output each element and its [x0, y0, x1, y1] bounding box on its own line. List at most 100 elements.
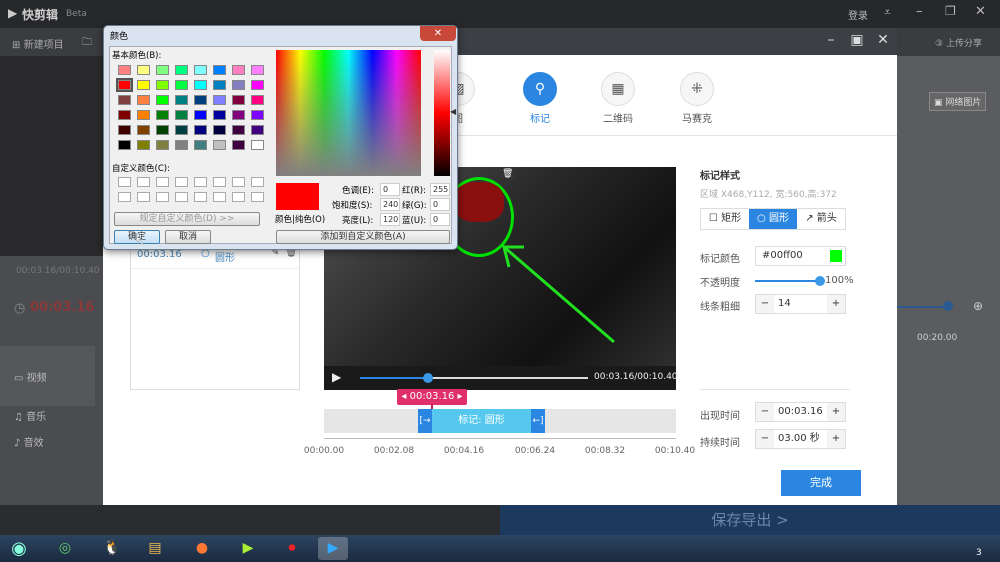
saturation-input[interactable]: 240: [380, 198, 400, 211]
color-swatch[interactable]: [118, 95, 131, 105]
color-swatch[interactable]: [116, 78, 133, 92]
color-swatch[interactable]: [251, 80, 264, 90]
marker-delete-icon[interactable]: 🗑: [500, 169, 516, 179]
track-video[interactable]: ▭ 视频: [14, 369, 47, 384]
add-to-custom-colors-button[interactable]: 添加到自定义颜色(A): [276, 230, 450, 244]
color-swatch[interactable]: [232, 95, 245, 105]
color-swatch[interactable]: [194, 65, 207, 75]
firefox-icon[interactable]: ●: [187, 537, 217, 560]
shape-rect-button[interactable]: ☐ 矩形: [701, 209, 749, 229]
custom-color-slot[interactable]: [175, 192, 188, 202]
color-swatch[interactable]: [213, 65, 226, 75]
color-swatch[interactable]: [251, 65, 264, 75]
color-swatch[interactable]: [118, 65, 131, 75]
custom-color-slot[interactable]: [137, 177, 150, 187]
luminance-pointer-icon[interactable]: ◀: [450, 107, 456, 116]
line-width-stepper[interactable]: −14 +: [755, 294, 846, 314]
color-swatch[interactable]: [175, 125, 188, 135]
custom-color-slot[interactable]: [156, 192, 169, 202]
custom-color-slot[interactable]: [175, 177, 188, 187]
color-swatch[interactable]: [232, 65, 245, 75]
color-swatch[interactable]: [213, 80, 226, 90]
color-swatch[interactable]: [137, 125, 150, 135]
segment-end-handle[interactable]: ←]: [531, 409, 545, 433]
color-swatch[interactable]: [251, 125, 264, 135]
color-swatch[interactable]: [118, 140, 131, 150]
color-swatch[interactable]: [156, 65, 169, 75]
color-swatch[interactable]: [156, 95, 169, 105]
marker-segment[interactable]: [→ 标记: 圆形 ←]: [418, 409, 545, 433]
color-swatch[interactable]: [213, 110, 226, 120]
color-swatch[interactable]: [137, 80, 150, 90]
color-swatch[interactable]: [156, 140, 169, 150]
red-input[interactable]: 255: [430, 183, 450, 196]
zoom-slider-handle[interactable]: [943, 301, 953, 311]
custom-color-slot[interactable]: [194, 192, 207, 202]
tab-qrcode[interactable]: ▦ 二维码: [588, 72, 648, 125]
record-icon[interactable]: ⏺: [277, 537, 307, 560]
player-progress-handle[interactable]: [423, 373, 434, 383]
folder-icon[interactable]: 🗀: [82, 35, 92, 52]
decrement-button[interactable]: −: [756, 295, 774, 313]
shape-arrow-button[interactable]: ↗ 箭头: [797, 209, 845, 229]
kuaijianji-taskbar-icon[interactable]: ▶: [318, 537, 348, 560]
color-swatch[interactable]: [118, 110, 131, 120]
color-swatch[interactable]: [175, 95, 188, 105]
opacity-slider[interactable]: [755, 280, 821, 282]
color-swatch[interactable]: [175, 65, 188, 75]
custom-color-slot[interactable]: [137, 192, 150, 202]
modal-maximize-button[interactable]: ▣: [847, 32, 867, 48]
custom-color-slot[interactable]: [118, 192, 131, 202]
luminance-input[interactable]: 120: [380, 213, 400, 226]
custom-color-slot[interactable]: [251, 177, 264, 187]
track-music[interactable]: ♫ 音乐: [14, 408, 46, 423]
color-swatch[interactable]: [194, 95, 207, 105]
color-swatch[interactable]: [194, 125, 207, 135]
color-swatch[interactable]: [175, 110, 188, 120]
hue-input[interactable]: 0: [380, 183, 400, 196]
color-input[interactable]: #00ff00: [755, 246, 846, 266]
tab-mosaic[interactable]: ⁜ 马赛克: [667, 72, 727, 125]
custom-color-slot[interactable]: [213, 177, 226, 187]
color-swatch[interactable]: [251, 140, 264, 150]
color-swatch[interactable]: [232, 125, 245, 135]
menu-icon[interactable]: ⩡: [884, 5, 891, 20]
green-input[interactable]: 0: [430, 198, 450, 211]
current-marker-time-tag[interactable]: ◂ 00:03.16 ▸: [397, 389, 467, 405]
cancel-button[interactable]: 取消: [165, 230, 211, 244]
color-swatch[interactable]: [232, 80, 245, 90]
custom-color-slot[interactable]: [213, 192, 226, 202]
color-swatch[interactable]: [213, 140, 226, 150]
modal-minimize-button[interactable]: –: [821, 32, 841, 48]
explorer-icon[interactable]: ▤: [140, 537, 170, 560]
done-button[interactable]: 完成: [781, 470, 861, 496]
color-dialog-close-button[interactable]: ✕: [420, 26, 456, 41]
custom-color-slot[interactable]: [194, 177, 207, 187]
color-swatch[interactable]: [137, 95, 150, 105]
increment-button[interactable]: +: [827, 430, 845, 448]
custom-color-slot[interactable]: [251, 192, 264, 202]
login-link[interactable]: 登录: [848, 7, 868, 22]
luminance-slider[interactable]: [434, 50, 450, 176]
color-swatch[interactable]: [175, 80, 188, 90]
segment-start-handle[interactable]: [→: [418, 409, 432, 433]
qq-icon[interactable]: 🐧: [97, 537, 127, 560]
shape-circle-button[interactable]: ○ 圆形: [749, 209, 797, 229]
custom-color-slot[interactable]: [156, 177, 169, 187]
color-swatch[interactable]: [213, 125, 226, 135]
color-swatch[interactable]: [194, 140, 207, 150]
color-swatch[interactable]: [156, 125, 169, 135]
player-progress[interactable]: [360, 377, 588, 379]
upload-share-button[interactable]: ③ 上传分享: [935, 36, 982, 49]
color-swatch[interactable]: [830, 250, 842, 262]
duration-stepper[interactable]: −03.00 秒 +: [755, 429, 846, 449]
new-project-button[interactable]: ⊞ 新建项目: [12, 36, 64, 51]
color-swatch[interactable]: [156, 110, 169, 120]
export-button[interactable]: 保存导出 >: [500, 505, 1000, 535]
color-swatch[interactable]: [175, 140, 188, 150]
tab-marker[interactable]: ⚲ 标记: [510, 72, 570, 125]
color-swatch[interactable]: [213, 95, 226, 105]
media-app-icon[interactable]: ▶: [233, 537, 263, 560]
increment-button[interactable]: +: [827, 403, 845, 421]
custom-color-slot[interactable]: [232, 177, 245, 187]
